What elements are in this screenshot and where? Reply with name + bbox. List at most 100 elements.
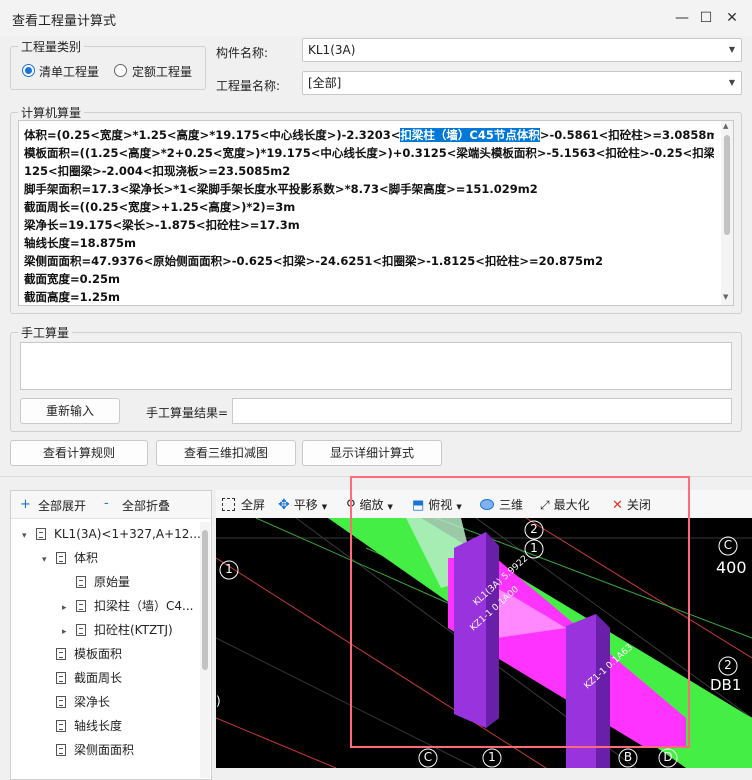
manual-calc-input[interactable] <box>20 342 732 390</box>
calc-line: 截面宽度=0.25m <box>24 270 714 288</box>
axis-label: D <box>663 750 673 764</box>
tree-item[interactable]: 模板面积 <box>14 642 204 666</box>
scroll-thumb[interactable] <box>724 135 730 235</box>
pan-icon: ✥ <box>278 497 290 513</box>
minimize-button[interactable]: — <box>670 6 694 30</box>
pan-button[interactable]: ✥ 平移 ▼ <box>278 494 327 516</box>
calc-line-text: 模板面积=((1.25<高度>*2+0.25<宽度>)*19.175<中心线长度… <box>24 146 714 160</box>
document-icon <box>76 576 86 588</box>
scroll-down-icon[interactable]: ▼ <box>723 293 728 301</box>
component-label: 构件名称: <box>216 46 269 60</box>
tree-item-label: KL1(3A)<1+327,A+12... <box>54 527 201 541</box>
axis-label: 2 <box>724 658 732 672</box>
calc-line: 梁净长=19.175<梁长>-1.875<扣砼柱>=17.3m <box>24 216 714 234</box>
maximize-button[interactable]: ☐ <box>694 6 718 30</box>
tree-item-label: 扣梁柱（墙）C4... <box>94 599 194 613</box>
document-icon <box>56 648 66 660</box>
close-window-button[interactable]: ✕ <box>720 6 744 30</box>
show-detail-formula-button[interactable]: 显示详细计算式 <box>302 440 442 466</box>
tree-item[interactable]: ▾ 体积 <box>14 546 204 570</box>
tree-item-label: 模板面积 <box>74 647 123 661</box>
calc-line-text: 截面高度=1.25m <box>24 290 120 304</box>
category-group-label: 工程量类别 <box>18 38 85 55</box>
document-icon <box>56 720 66 732</box>
tree-item[interactable]: 梁侧面面积 <box>14 738 204 762</box>
view-3d-deduction-button[interactable]: 查看三维扣减图 <box>156 440 296 466</box>
pan-label: 平移 <box>293 498 318 512</box>
collapse-all-button[interactable]: 全部折叠 <box>122 497 170 514</box>
side-text-db1: DB1 <box>710 676 742 694</box>
collapse-arrow-icon[interactable]: ▸ <box>62 620 76 644</box>
tree-item-label: 轴线长度 <box>74 719 123 733</box>
tree-item[interactable]: ▾ KL1(3A)<1+327,A+12... <box>14 522 204 546</box>
document-icon <box>76 600 86 612</box>
calc-line-text: 125<扣圈梁>-2.004<扣现浇板>=23.5085m2 <box>24 164 291 178</box>
document-icon <box>56 672 66 684</box>
axis-label: 1 <box>488 750 496 764</box>
tree-item-label: 梁侧面面积 <box>74 743 135 757</box>
tree-item-label: 截面周长 <box>74 671 123 685</box>
tree-scrollbar[interactable] <box>200 522 210 778</box>
manual-result-field[interactable] <box>232 398 732 424</box>
edge-mark: ) <box>216 694 221 708</box>
fullscreen-button[interactable]: 全屏 <box>222 494 265 516</box>
chevron-down-icon: ▼ <box>728 45 735 54</box>
fullscreen-label: 全屏 <box>241 498 266 512</box>
component-select[interactable]: KL1(3A) ▼ <box>302 38 742 62</box>
collapse-all-icon[interactable]: - <box>104 496 109 511</box>
title-bar: 查看工程量计算式 — ☐ ✕ <box>0 0 752 36</box>
tree-item[interactable]: ▸ 扣砼柱(KTZTJ) <box>14 618 204 642</box>
axis-label: C <box>423 750 433 764</box>
reinput-button[interactable]: 重新输入 <box>20 398 120 424</box>
document-icon <box>56 696 66 708</box>
radio-bill-quantity-label[interactable]: 清单工程量 <box>39 63 99 80</box>
calc-line: 体积=(0.25<宽度>*1.25<高度>*19.175<中心线长度>)-2.3… <box>24 126 714 144</box>
tree-item-label: 扣砼柱(KTZTJ) <box>94 623 173 637</box>
calc-line-text: 截面宽度=0.25m <box>24 272 120 286</box>
document-icon <box>56 744 66 756</box>
radio-bill-quantity[interactable] <box>22 64 35 77</box>
tree-scroll-thumb[interactable] <box>202 530 208 670</box>
calc-line-text: 梁侧面面积=47.9376<原始侧面面积>-0.625<扣梁>-24.6251<… <box>24 254 604 268</box>
calc-scrollbar[interactable]: ▲ ▼ <box>721 121 733 305</box>
tree-item[interactable]: 截面周长 <box>14 666 204 690</box>
view-rules-button[interactable]: 查看计算规则 <box>10 440 148 466</box>
document-icon <box>76 624 86 636</box>
radio-norm-quantity[interactable] <box>114 64 127 77</box>
calc-line-text: >-0.5861<扣砼柱>=3.0858m3 <box>539 128 714 142</box>
calc-line: 125<扣圈梁>-2.004<扣现浇板>=23.5085m2 <box>24 162 714 180</box>
tree-item[interactable]: ▸ 扣梁柱（墙）C4... <box>14 594 204 618</box>
axis-label: 1 <box>225 562 233 576</box>
quantity-value: [全部] <box>308 76 342 90</box>
quantity-label: 工程量名称: <box>216 79 281 93</box>
calc-text: 体积=(0.25<宽度>*1.25<高度>*19.175<中心线长度>)-2.3… <box>24 126 714 304</box>
scroll-up-icon[interactable]: ▲ <box>723 122 728 130</box>
calc-line-text: 梁净长=19.175<梁长>-1.875<扣砼柱>=17.3m <box>24 218 300 232</box>
chevron-down-icon: ▼ <box>728 78 735 87</box>
calc-line: 轴线长度=18.875m <box>24 234 714 252</box>
document-icon <box>36 528 46 540</box>
tree-item[interactable]: 原始量 <box>14 570 204 594</box>
calc-line-text: 截面周长=((0.25<宽度>+1.25<高度>)*2)=3m <box>24 200 296 214</box>
highlight-frame <box>350 476 690 748</box>
calc-line: 脚手架面积=17.3<梁净长>*1<梁脚手架长度水平投影系数>*8.73<脚手架… <box>24 180 714 198</box>
tree-item[interactable]: 梁净长 <box>14 690 204 714</box>
chevron-down-icon: ▼ <box>321 503 328 511</box>
expand-all-icon[interactable]: + <box>20 497 31 512</box>
calc-line: 截面周长=((0.25<宽度>+1.25<高度>)*2)=3m <box>24 198 714 216</box>
tree-item[interactable]: 轴线长度 <box>14 714 204 738</box>
radio-norm-quantity-label[interactable]: 定额工程量 <box>132 63 192 80</box>
calc-line: 模板面积=((1.25<高度>*2+0.25<宽度>)*19.175<中心线长度… <box>24 144 714 162</box>
quantity-select[interactable]: [全部] ▼ <box>302 71 742 95</box>
component-value: KL1(3A) <box>308 43 356 57</box>
expand-all-button[interactable]: 全部展开 <box>38 497 86 514</box>
expand-arrow-icon[interactable]: ▾ <box>42 548 56 572</box>
expand-arrow-icon[interactable]: ▾ <box>22 524 36 548</box>
collapse-arrow-icon[interactable]: ▸ <box>62 596 76 620</box>
side-text-400: 400 <box>716 558 747 577</box>
manual-result-label: 手工算量结果= <box>146 406 229 420</box>
fullscreen-icon <box>222 498 235 511</box>
calc-line: 截面高度=1.25m <box>24 288 714 304</box>
tree-item-label: 梁净长 <box>74 695 111 709</box>
manual-calc-label: 手工算量 <box>18 324 73 341</box>
